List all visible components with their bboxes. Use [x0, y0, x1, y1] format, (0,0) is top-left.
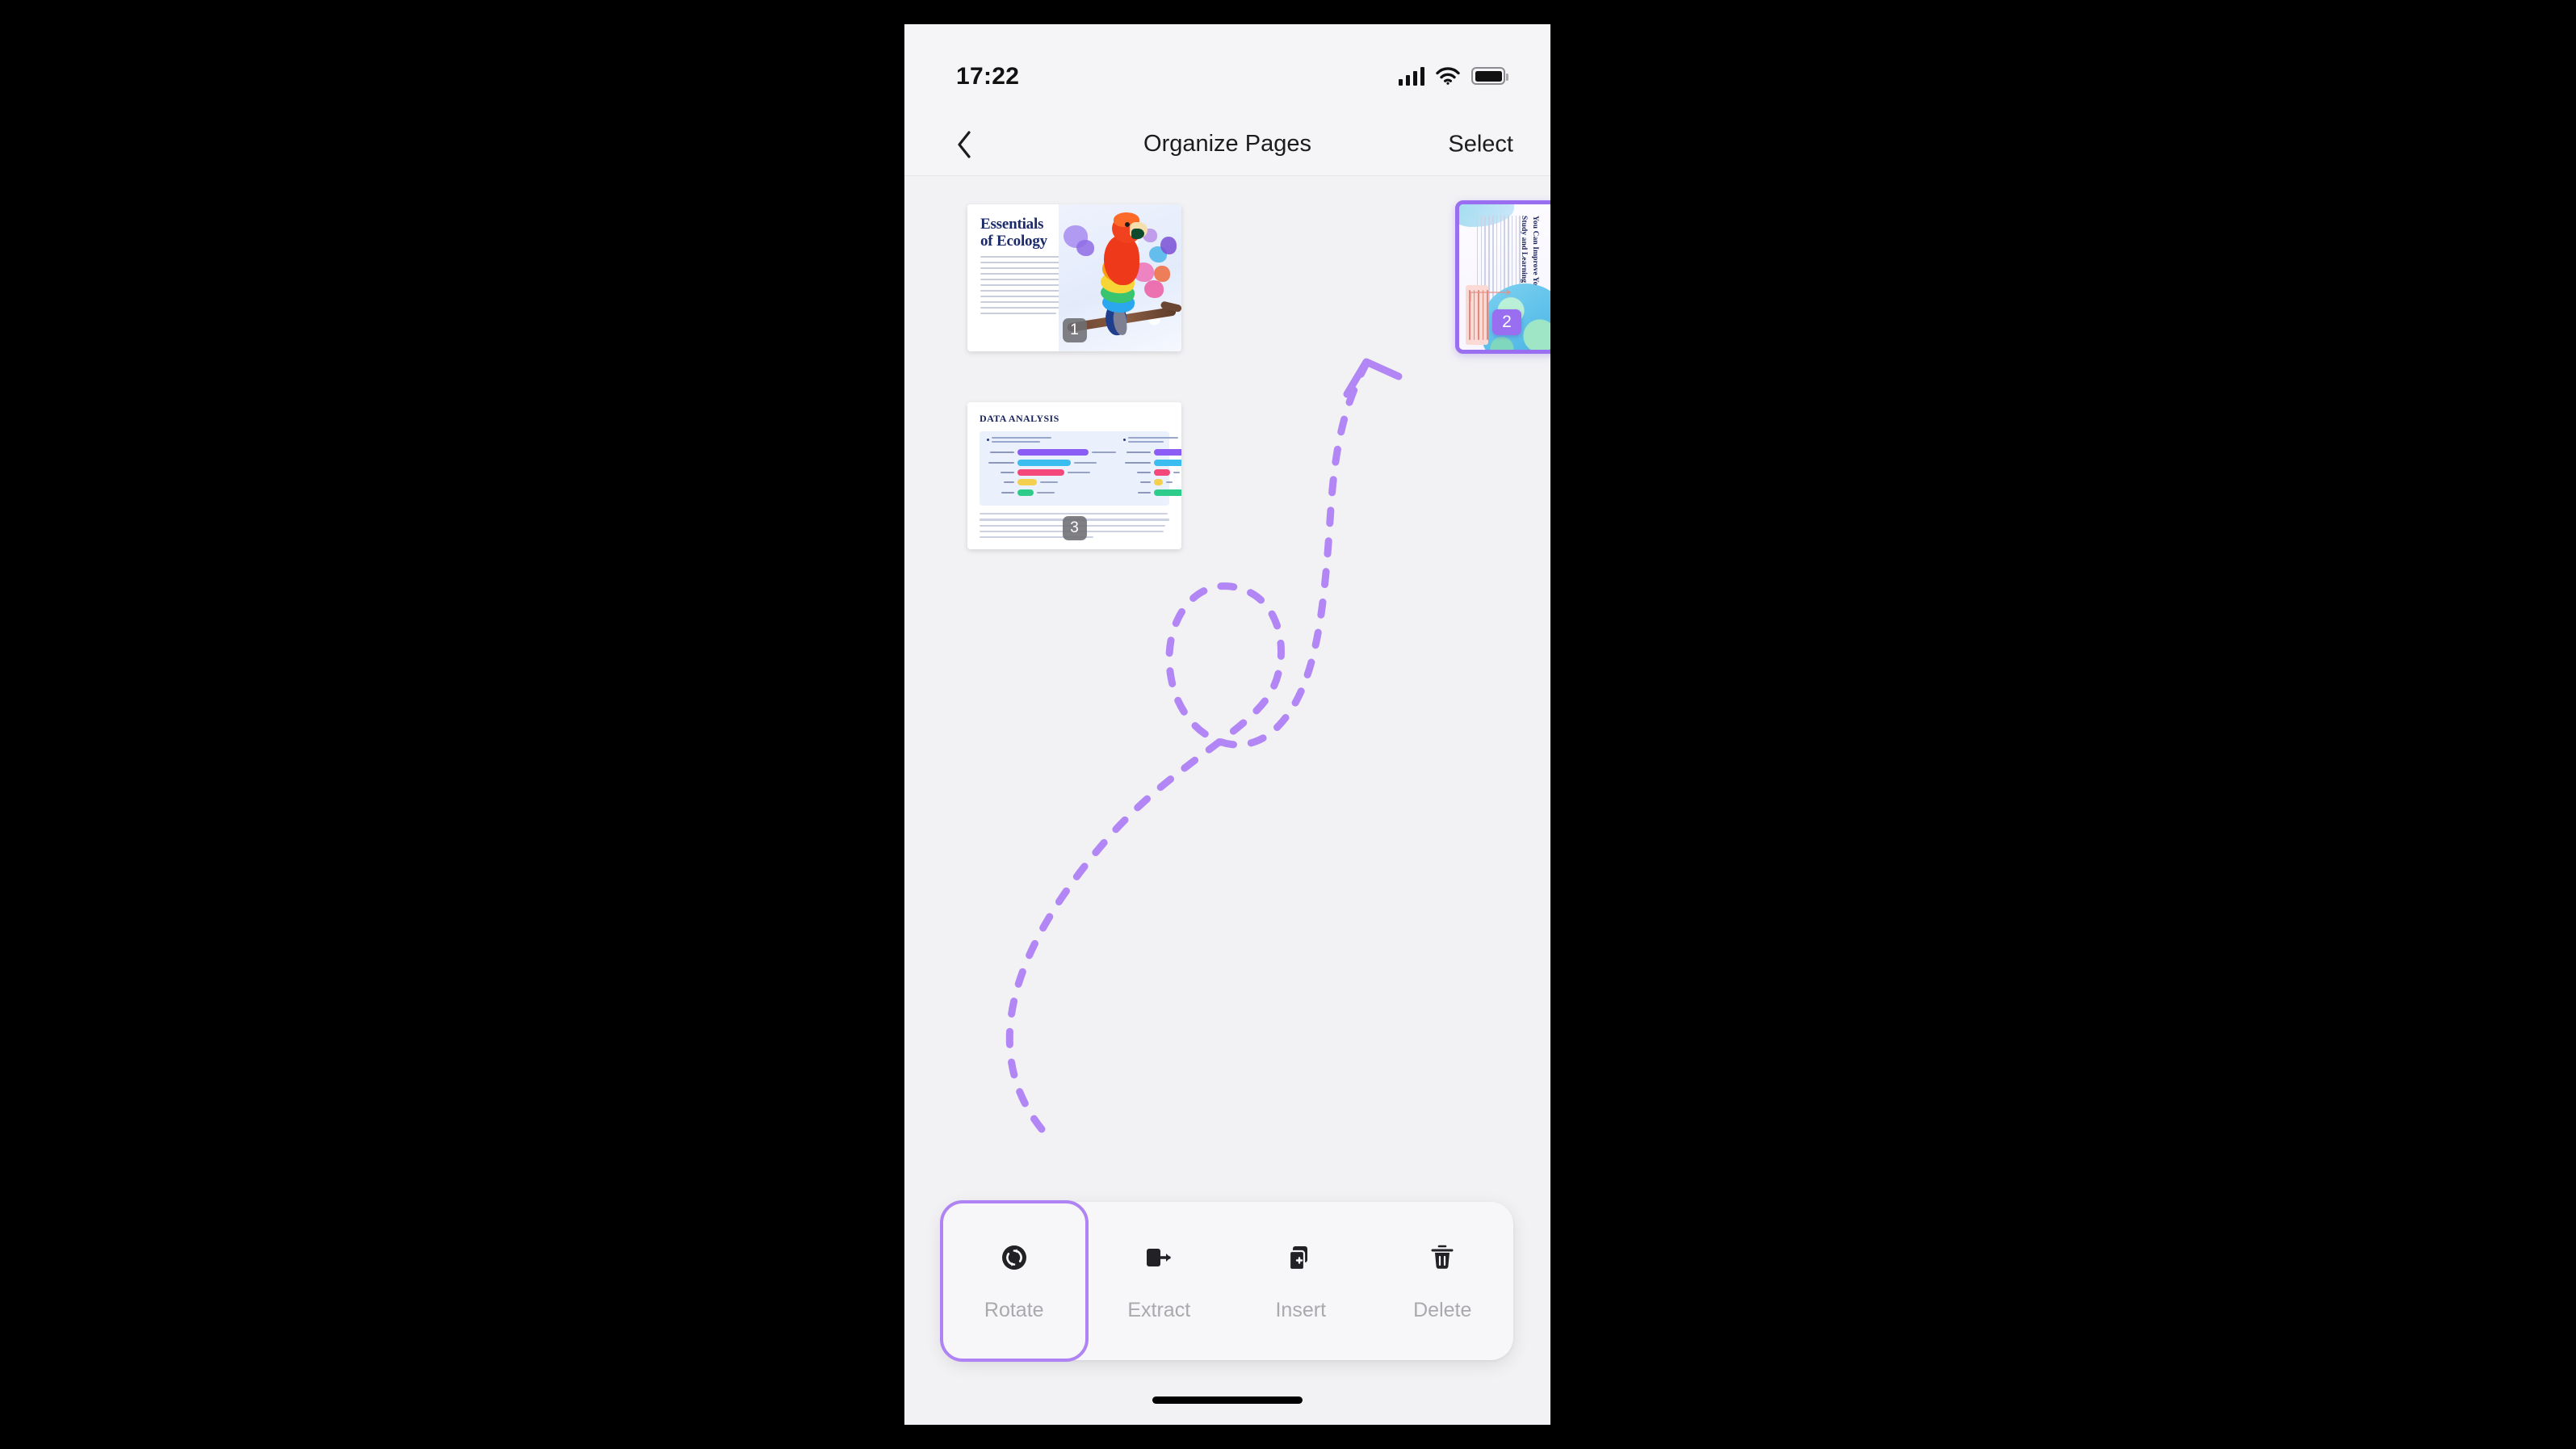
page-thumbnail-2[interactable]: You Can Improve Your Study and Learning S…	[1455, 200, 1550, 354]
page-number-badge: 2	[1492, 309, 1521, 335]
delete-button[interactable]: Delete	[1372, 1202, 1514, 1360]
page-3-heading: DATA ANALYSIS	[980, 413, 1059, 424]
status-icons	[1399, 66, 1508, 86]
home-indicator[interactable]	[1152, 1396, 1303, 1404]
chart-row	[987, 468, 1116, 476]
chart-row	[987, 459, 1116, 466]
extract-button[interactable]: Extract	[1089, 1202, 1231, 1360]
nav-bar: Organize Pages Select	[904, 113, 1550, 176]
screenshot-stage: 17:22 Organize Pages Select Essentials o…	[0, 0, 2576, 1449]
chart-row	[1123, 468, 1181, 476]
legend-bullet-icon	[987, 439, 989, 441]
delete-label: Delete	[1413, 1298, 1472, 1321]
rotate-label: Rotate	[984, 1298, 1044, 1321]
chart-panel-right	[1123, 437, 1181, 499]
select-button[interactable]: Select	[1448, 131, 1513, 158]
chart-legend	[1123, 437, 1181, 444]
chart-legend	[987, 437, 1116, 444]
chart-row	[1123, 459, 1181, 466]
extract-label: Extract	[1127, 1298, 1191, 1321]
status-time: 17:22	[956, 63, 1020, 90]
page-1-bodytext	[980, 256, 1067, 318]
rotate-button[interactable]: Rotate	[940, 1200, 1089, 1362]
chart-row	[987, 489, 1116, 496]
trash-icon	[1425, 1241, 1459, 1275]
chart-row	[987, 479, 1116, 486]
page-1-heading: Essentials of Ecology	[980, 216, 1047, 250]
bottom-toolbar: Rotate Extract Insert Delete	[940, 1200, 1514, 1362]
rotate-icon	[997, 1241, 1031, 1275]
insert-icon	[1284, 1241, 1318, 1275]
chart-row	[1123, 489, 1181, 496]
status-bar: 17:22	[904, 24, 1550, 113]
page-thumbnail-1[interactable]: Essentials of Ecology 1	[967, 204, 1181, 351]
chevron-left-icon	[958, 130, 971, 158]
page-number-badge: 3	[1062, 516, 1087, 540]
page-number-badge: 1	[1062, 318, 1087, 342]
legend-bullet-icon	[1123, 439, 1126, 441]
extract-icon	[1142, 1241, 1176, 1275]
wifi-icon	[1436, 67, 1460, 85]
chart-row	[987, 449, 1116, 456]
page-2-connector-arrow	[1470, 289, 1512, 301]
phone-screen: 17:22 Organize Pages Select Essentials o…	[904, 24, 1550, 1425]
insert-button[interactable]: Insert	[1230, 1202, 1372, 1360]
page-3-chart-panel	[980, 431, 1181, 506]
chart-panel-left	[987, 437, 1116, 499]
insert-label: Insert	[1275, 1298, 1327, 1321]
back-button[interactable]	[943, 124, 985, 166]
chart-row	[1123, 479, 1181, 486]
parrot-shape	[1094, 212, 1154, 336]
chart-row	[1123, 449, 1181, 456]
page-thumbnail-3[interactable]: DATA ANALYSIS 3	[967, 402, 1181, 549]
signal-bars-icon	[1399, 66, 1424, 86]
battery-icon	[1471, 67, 1508, 85]
